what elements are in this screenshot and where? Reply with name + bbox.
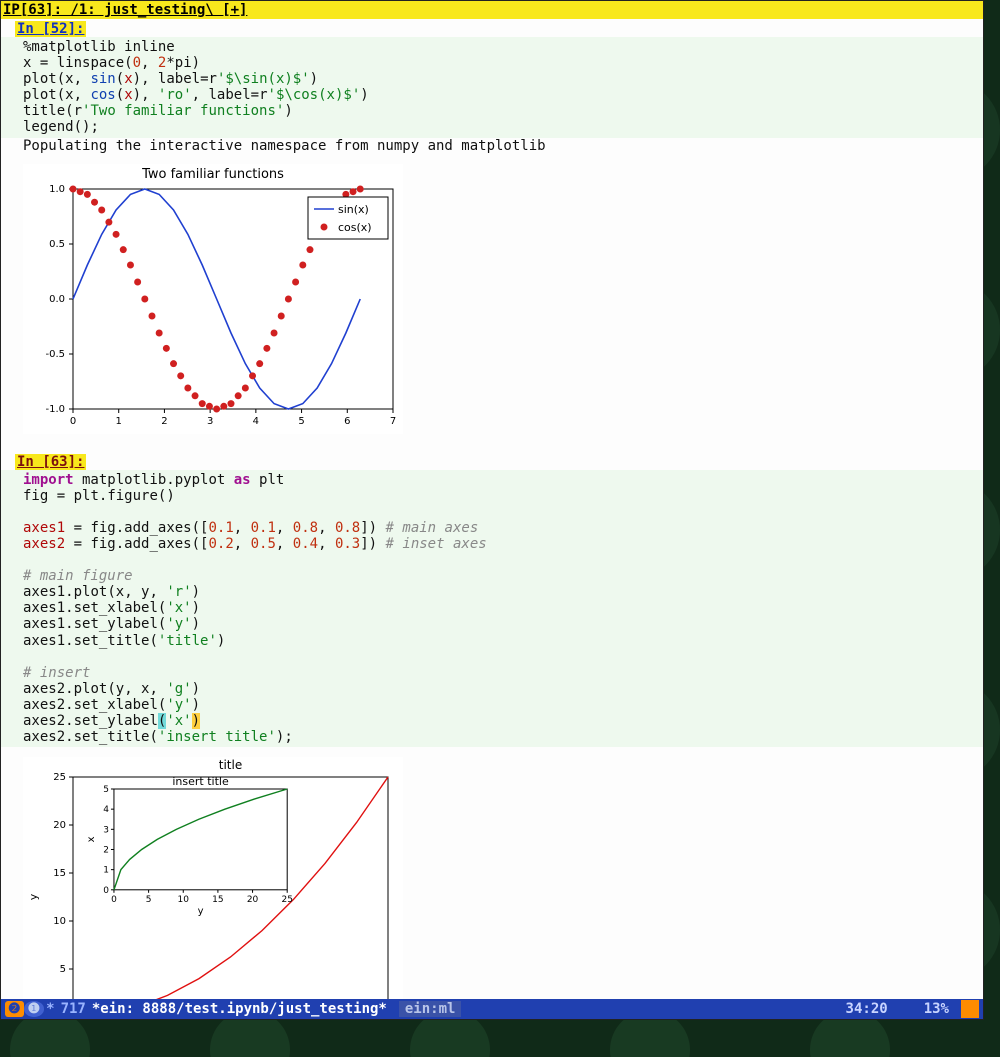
buffer-name: *ein: 8888/test.ipynb/just_testing*	[92, 1001, 387, 1017]
svg-text:5: 5	[146, 895, 152, 905]
mode-line: ❷ ❶ * 717 *ein: 8888/test.ipynb/just_tes…	[1, 999, 983, 1019]
svg-text:y: y	[198, 906, 204, 917]
svg-text:25: 25	[53, 772, 66, 783]
svg-text:x: x	[86, 837, 97, 843]
svg-text:10: 10	[178, 895, 190, 905]
chart-two-familiar-functions: Two familiar functions 0 1 2 3 4 5 6 7 -1.0 -0.5 0.…	[23, 164, 403, 434]
svg-text:2: 2	[161, 416, 167, 427]
svg-text:-0.5: -0.5	[45, 349, 65, 360]
svg-text:3: 3	[103, 825, 109, 835]
major-mode: ein:ml	[399, 1001, 462, 1017]
svg-text:5: 5	[60, 964, 66, 975]
svg-text:0: 0	[70, 416, 76, 427]
buffer-content[interactable]: In [52]: %matplotlib inlinex = linspace(…	[1, 19, 983, 999]
svg-text:7: 7	[390, 416, 396, 427]
svg-text:sin(x): sin(x)	[338, 203, 369, 216]
svg-text:-1.0: -1.0	[45, 404, 65, 415]
svg-text:5: 5	[103, 785, 109, 795]
buffer-number-icon: ❶	[24, 1001, 45, 1017]
plot-output-2: title0123450510152025xyinsert title05101…	[23, 757, 403, 999]
code-cell-52[interactable]: %matplotlib inlinex = linspace(0, 2*pi)p…	[1, 37, 983, 138]
svg-text:4: 4	[253, 416, 259, 427]
svg-text:1: 1	[116, 416, 122, 427]
chart-title-inset: title0123450510152025xyinsert title05101…	[23, 757, 403, 999]
line-indicator: 717	[61, 1001, 86, 1017]
svg-text:0.5: 0.5	[49, 239, 65, 250]
svg-text:6: 6	[344, 416, 350, 427]
svg-text:1.0: 1.0	[49, 184, 65, 195]
svg-text:1: 1	[103, 866, 109, 876]
svg-text:0: 0	[103, 886, 109, 896]
svg-text:y: y	[27, 893, 40, 900]
stdout-output: Populating the interactive namespace fro…	[1, 138, 983, 154]
svg-text:4: 4	[103, 805, 109, 815]
svg-text:25: 25	[281, 895, 292, 905]
window-number-icon: ❷	[5, 1001, 24, 1017]
cursor-position: 34:20	[846, 1001, 888, 1017]
svg-text:0: 0	[111, 895, 117, 905]
svg-text:title: title	[219, 758, 242, 772]
modeline-endcap-icon	[961, 1000, 979, 1018]
svg-text:3: 3	[207, 416, 213, 427]
emacs-frame: IP[63]: /1: just_testing\ [+] In [52]: %…	[0, 0, 984, 1020]
svg-text:insert title: insert title	[172, 775, 229, 788]
input-prompt-63: In [63]:	[15, 454, 86, 470]
svg-text:5: 5	[298, 416, 304, 427]
svg-text:15: 15	[53, 868, 66, 879]
svg-text:cos(x): cos(x)	[338, 221, 372, 234]
svg-text:10: 10	[53, 916, 66, 927]
tab-bar[interactable]: IP[63]: /1: just_testing\ [+]	[1, 1, 983, 19]
modified-star: *	[46, 1001, 54, 1017]
svg-text:15: 15	[212, 895, 223, 905]
code-cell-63[interactable]: import matplotlib.pyplot as pltfig = plt…	[1, 470, 983, 748]
plot-output-1: Two familiar functions 0 1 2 3 4 5 6 7 -1.0 -0.5 0.…	[23, 164, 403, 434]
scroll-percent: 13%	[924, 1001, 949, 1017]
svg-text:20: 20	[247, 895, 259, 905]
svg-text:20: 20	[53, 820, 66, 831]
svg-text:2: 2	[103, 846, 109, 856]
svg-text:0.0: 0.0	[49, 294, 65, 305]
input-prompt-52: In [52]:	[15, 21, 86, 37]
svg-text:Two familiar functions: Two familiar functions	[141, 167, 284, 182]
